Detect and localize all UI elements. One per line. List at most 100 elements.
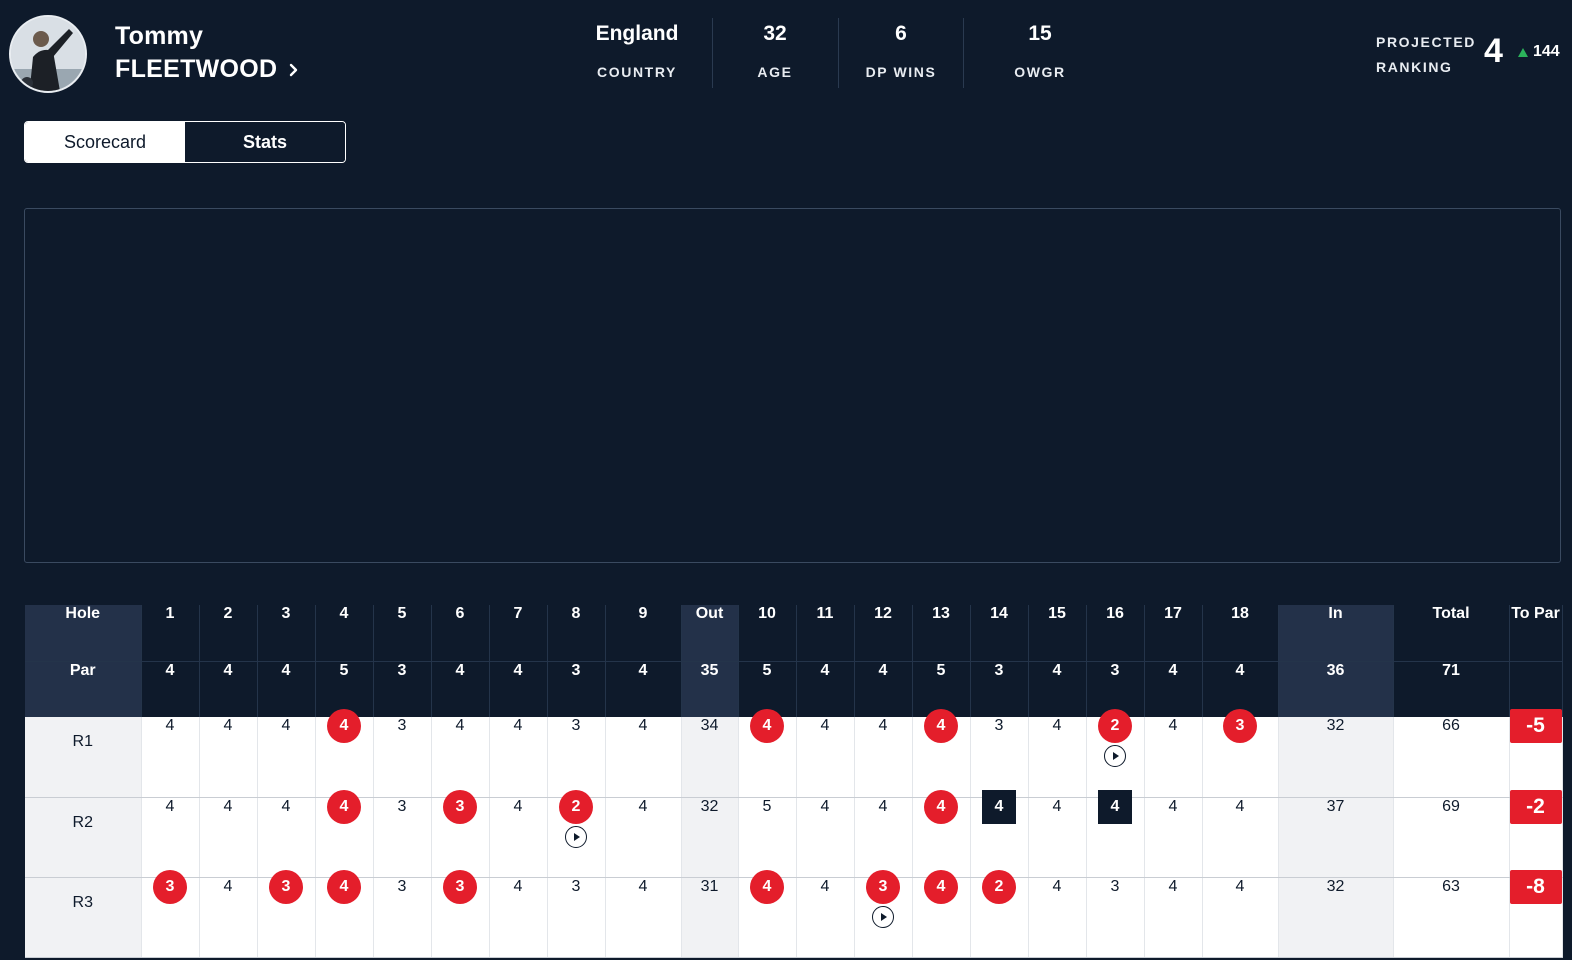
round-label: R2 <box>25 797 142 878</box>
hole-score: 4 <box>223 877 233 895</box>
hole-score-cell: 3 <box>854 869 913 958</box>
hole-score: 3 <box>397 797 407 815</box>
hole-score-cell: 4 <box>199 797 258 878</box>
hole-score: 4 <box>878 717 888 734</box>
scorecard-table: Hole 1 2 3 4 5 6 7 8 9 Out 10 11 12 13 14 15 16 17 18 In Tota… <box>25 605 1563 958</box>
hole-score-wrap: 4 <box>258 798 315 824</box>
stat-age-label: AGE <box>757 64 793 80</box>
hole-score-wrap: 4 <box>200 717 257 743</box>
projected-ranking-movement: 144 <box>1518 43 1560 61</box>
hole-score-wrap: 4 <box>913 789 970 824</box>
hole-row-cell: 18 <box>1202 605 1279 661</box>
hole-score-wrap: 2 <box>1087 709 1144 767</box>
par-row-cell: 71 <box>1393 660 1510 717</box>
hole-score-wrap: 4 <box>797 717 854 743</box>
hole-score-wrap: 4 <box>1029 798 1086 824</box>
hole-score-wrap: 3 <box>1203 709 1278 743</box>
stat-dp-wins: 6 DP WINS <box>850 18 952 88</box>
round-subtotal: 32 <box>1278 717 1394 798</box>
scorecard-stats-tabs: Scorecard Stats <box>24 121 346 163</box>
hole-score-cell: 4 <box>431 717 490 798</box>
hole-score-cell: 5 <box>738 797 797 878</box>
par-row: Par 4 4 4 5 3 4 4 3 4 35 5 4 4 5 3 4 3 4 4 36 71 <box>25 660 1563 717</box>
to-par-cell: -5 <box>1509 709 1563 798</box>
hole-row-cell: 4 <box>315 605 374 661</box>
hole-score-cell: 4 <box>1086 789 1145 878</box>
round-subtotal: 32 <box>1278 877 1394 958</box>
hole-score: 4 <box>223 797 233 815</box>
hole-score-cell: 3 <box>431 789 490 878</box>
hole-score: 3 <box>571 877 581 895</box>
hole-score-wrap: 4 <box>200 878 257 904</box>
hole-row-cell: 8 <box>547 605 606 661</box>
hole-score-cell: 3 <box>1086 877 1145 958</box>
hole-score-wrap: 4 <box>797 798 854 824</box>
stat-dp-wins-value: 6 <box>895 22 907 45</box>
hole-score: 3 <box>397 877 407 895</box>
hole-score-wrap: 4 <box>316 789 373 824</box>
hole-score-wrap: 4 <box>142 717 199 743</box>
hole-score-cell: 4 <box>605 877 682 958</box>
hole-score-wrap: 4 <box>1145 798 1202 824</box>
hole-score-wrap: 4 <box>606 717 681 743</box>
birdie-score: 2 <box>559 789 593 824</box>
chevron-right-icon <box>290 63 298 76</box>
hole-score-wrap: 4 <box>1145 878 1202 904</box>
stat-dp-wins-label: DP WINS <box>865 64 937 80</box>
hole-score-cell: 3 <box>547 877 606 958</box>
hole-score-wrap: 3 <box>971 717 1028 743</box>
hole-score-cell: 4 <box>1202 797 1279 878</box>
player-profile-link[interactable]: FLEETWOOD <box>115 55 301 84</box>
hole-score: 4 <box>223 717 233 734</box>
player-last-name: FLEETWOOD <box>115 55 278 83</box>
round-label: R3 <box>25 877 142 958</box>
hole-score-wrap: 4 <box>797 878 854 904</box>
hole-score-cell: 3 <box>431 869 490 958</box>
hole-score-cell: 4 <box>1144 717 1203 798</box>
birdie-score: 3 <box>153 869 187 904</box>
stat-divider <box>712 18 713 88</box>
hole-score-wrap: 4 <box>606 878 681 904</box>
projected-label-line2: RANKING <box>1376 59 1453 75</box>
round-row: R3 3 4 3 4 3 3 4 3 4 31 4 4 3 4 2 4 3 4 4 32 63 -8 <box>25 869 1563 958</box>
hole-score: 4 <box>165 797 175 815</box>
hole-score-wrap: 3 <box>432 789 489 824</box>
hole-score-wrap: 4 <box>1203 798 1278 824</box>
play-video-icon[interactable] <box>1104 745 1126 767</box>
stat-age-value: 32 <box>763 22 787 45</box>
hole-row-cell: Out <box>681 605 739 661</box>
birdie-score: 4 <box>327 789 361 824</box>
hole-score-wrap: 4 <box>490 878 547 904</box>
hole-score-cell: 4 <box>1028 797 1087 878</box>
bogey-score: 4 <box>982 789 1016 824</box>
hole-score-wrap: 4 <box>1203 878 1278 904</box>
hole-score-cell: 2 <box>1086 709 1145 798</box>
hole-score-cell: 3 <box>373 717 432 798</box>
stat-owgr-value: 15 <box>1028 22 1052 45</box>
hole-score: 4 <box>820 797 830 815</box>
hole-score-wrap: 4 <box>606 798 681 824</box>
hole-score: 4 <box>878 797 888 815</box>
round-subtotal: 32 <box>681 797 739 878</box>
stat-country: England COUNTRY <box>577 18 697 88</box>
hole-score-wrap: 4 <box>316 869 373 904</box>
hole-score-cell: 4 <box>489 717 548 798</box>
play-video-icon[interactable] <box>565 825 587 848</box>
tab-scorecard[interactable]: Scorecard <box>25 122 185 162</box>
stat-owgr: 15 OWGR <box>990 18 1090 88</box>
hole-score-wrap: 4 <box>855 717 912 743</box>
hole-score-wrap: 5 <box>739 798 796 824</box>
projected-movement-value: 144 <box>1533 43 1560 60</box>
hole-score: 4 <box>1052 797 1062 815</box>
birdie-score: 4 <box>924 709 958 743</box>
birdie-score: 2 <box>982 869 1016 904</box>
hole-row-cell: 12 <box>854 605 913 661</box>
hole-score-cell: 4 <box>854 797 913 878</box>
play-video-icon[interactable] <box>872 905 894 928</box>
golfer-photo-icon <box>11 17 85 91</box>
tab-stats[interactable]: Stats <box>185 122 345 162</box>
hole-score-cell: 4 <box>1144 877 1203 958</box>
hole-score: 4 <box>820 717 830 734</box>
player-first-name: Tommy <box>115 22 204 50</box>
hole-score-wrap: 3 <box>142 869 199 904</box>
